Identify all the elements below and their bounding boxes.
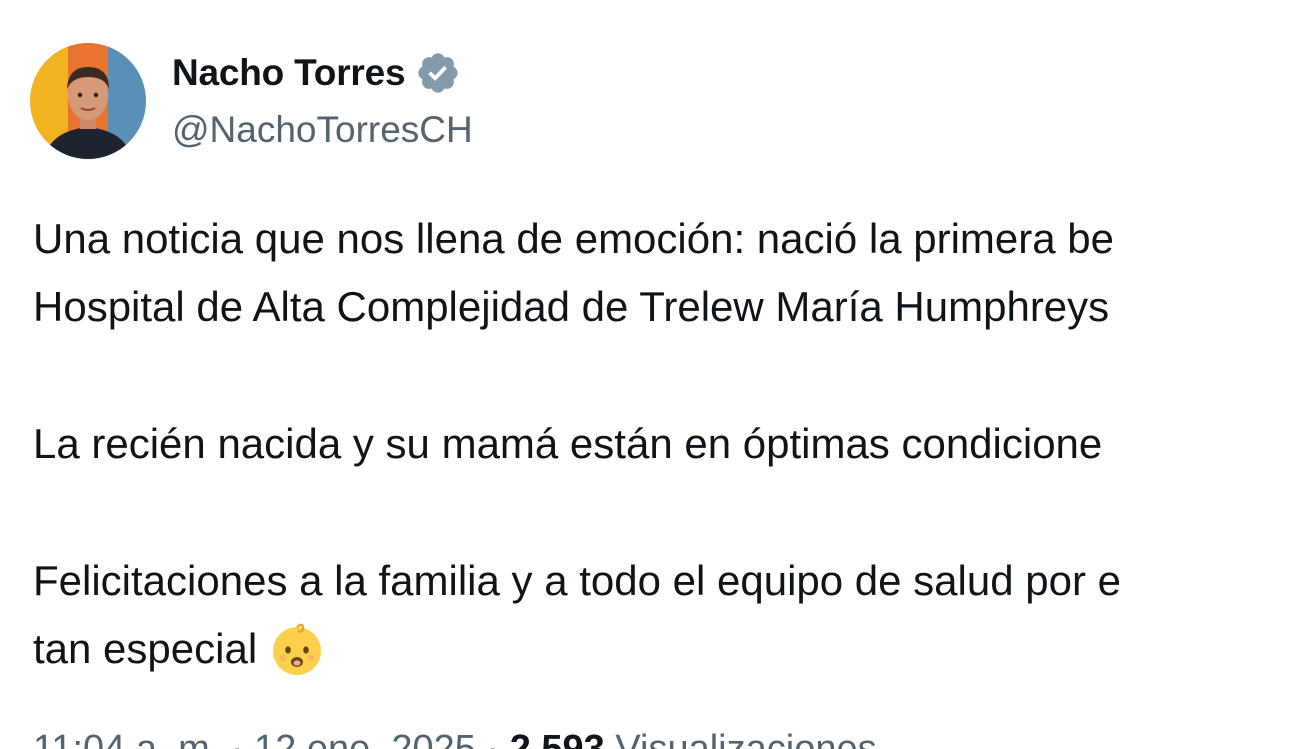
tweet-text-line: Hospital de Alta Complejidad de Trelew M… xyxy=(33,283,1110,330)
tweet-text-line: tan especial xyxy=(33,625,258,672)
display-name[interactable]: Nacho Torres xyxy=(172,52,406,94)
verified-badge-icon[interactable] xyxy=(415,50,461,96)
timestamp[interactable]: 11:04 a. m. · 12 ene. 2025 · xyxy=(33,728,499,749)
tweet-text: Una noticia que nos llena de emoción: na… xyxy=(33,205,1121,683)
author-names: Nacho Torres @NachoTorresCH xyxy=(172,44,473,158)
tweet-text-line: Una noticia que nos llena de emoción: na… xyxy=(33,215,1114,262)
views-label: Visualizaciones xyxy=(615,728,877,749)
tweet-text-line: Felicitaciones a la familia y a todo el … xyxy=(33,557,1121,604)
name-row: Nacho Torres xyxy=(172,44,473,102)
views-count: 2.593 xyxy=(509,728,605,749)
tweet-meta: 11:04 a. m. · 12 ene. 2025 · 2.593 Visua… xyxy=(33,728,877,749)
tweet-text-last-line: tan especial xyxy=(33,615,1121,683)
tweet-text-line: La recién nacida y su mamá están en ópti… xyxy=(33,420,1103,467)
avatar[interactable] xyxy=(30,43,146,159)
tweet-header: Nacho Torres @NachoTorresCH xyxy=(30,43,473,159)
author-handle[interactable]: @NachoTorresCH xyxy=(172,102,473,158)
tweet-card: Nacho Torres @NachoTorresCH Una noticia … xyxy=(0,0,1315,749)
baby-emoji-icon xyxy=(267,618,327,678)
